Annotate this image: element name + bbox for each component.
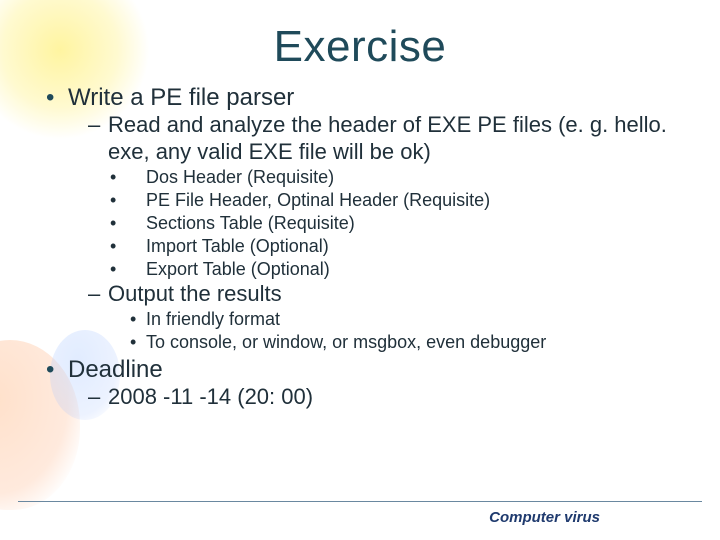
bullet-text: Deadline xyxy=(68,356,163,383)
bullet-text: Dos Header (Requisite) xyxy=(146,167,334,187)
bullet-list-level1: Write a PE file parser Read and analyze … xyxy=(44,84,676,411)
slide: Exercise Write a PE file parser Read and… xyxy=(0,0,720,540)
bullet-text: In friendly format xyxy=(146,309,280,329)
bullet-list-level3: Dos Header (Requisite) PE File Header, O… xyxy=(150,166,676,281)
bullet-text: Export Table (Optional) xyxy=(146,259,330,279)
bullet-text: Write a PE file parser xyxy=(68,84,294,111)
list-item: Import Table (Optional) xyxy=(150,235,676,258)
bullet-text: To console, or window, or msgbox, even d… xyxy=(146,332,546,352)
list-item: In friendly format xyxy=(130,308,676,331)
bullet-text: Sections Table (Requisite) xyxy=(146,213,355,233)
list-item: Read and analyze the header of EXE PE fi… xyxy=(88,112,676,281)
bullet-list-level3: In friendly format To console, or window… xyxy=(130,308,676,354)
list-item: Output the results In friendly format To… xyxy=(88,281,676,354)
list-item: Write a PE file parser Read and analyze … xyxy=(44,84,676,354)
list-item: Sections Table (Requisite) xyxy=(150,212,676,235)
bullet-text: Read and analyze the header of EXE PE fi… xyxy=(108,112,667,164)
list-item: 2008 -11 -14 (20: 00) xyxy=(88,384,676,411)
footer-label: Computer virus xyxy=(489,509,600,526)
bullet-text: PE File Header, Optinal Header (Requisit… xyxy=(146,190,490,210)
list-item: Deadline 2008 -11 -14 (20: 00) xyxy=(44,356,676,411)
footer-divider xyxy=(18,501,702,502)
bullet-text: 2008 -11 -14 (20: 00) xyxy=(108,384,313,409)
slide-title: Exercise xyxy=(44,22,676,72)
bullet-list-level2: Read and analyze the header of EXE PE fi… xyxy=(88,112,676,354)
bullet-text: Output the results xyxy=(108,281,282,306)
list-item: PE File Header, Optinal Header (Requisit… xyxy=(150,189,676,212)
list-item: To console, or window, or msgbox, even d… xyxy=(130,331,676,354)
list-item: Dos Header (Requisite) xyxy=(150,166,676,189)
list-item: Export Table (Optional) xyxy=(150,258,676,281)
bullet-text: Import Table (Optional) xyxy=(146,236,329,256)
bullet-list-level2: 2008 -11 -14 (20: 00) xyxy=(88,384,676,411)
